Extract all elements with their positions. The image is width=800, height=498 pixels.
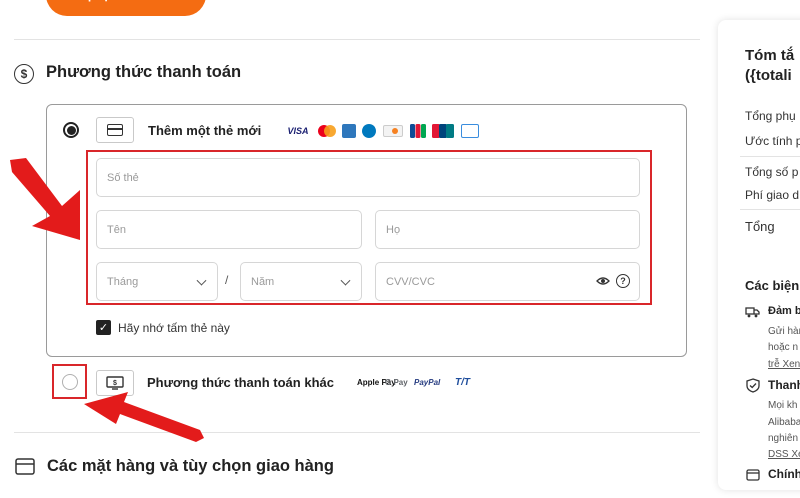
annotation-arrows <box>10 158 204 442</box>
benefits-title: Các biện <box>745 278 800 293</box>
benefit1-link[interactable]: trễ Xen <box>768 359 800 370</box>
benefit2-link[interactable]: DSS Xe <box>768 449 800 460</box>
benefit2-line: Mọi kh <box>768 400 798 411</box>
annotation-arrow-1 <box>10 158 80 240</box>
summary-row-subtotal: Tổng phụ <box>745 109 796 123</box>
benefit2-line: Alibaba <box>768 417 800 428</box>
benefit2-title: Thanh <box>768 378 800 392</box>
summary-row-total-items: Tổng số p <box>745 165 799 179</box>
benefit1-line: Gửi hàn <box>768 326 800 337</box>
benefit1-title: Đảm b <box>768 305 800 317</box>
summary-row-fee: Phí giao d <box>745 188 800 202</box>
divider <box>740 156 800 157</box>
summary-title-line1: Tóm tắ <box>745 47 795 64</box>
summary-row-estimate: Ước tính p <box>745 134 800 148</box>
benefit3-title: Chính <box>768 467 800 481</box>
card-icon <box>746 468 760 481</box>
summary-title-line2: ({totali <box>745 67 792 84</box>
truck-icon <box>745 305 760 318</box>
shield-check-icon <box>746 378 760 393</box>
benefit2-line: nghiên <box>768 433 799 444</box>
benefit1-line: hoặc n <box>768 342 799 353</box>
annotation-arrow-2 <box>84 392 204 442</box>
divider <box>740 209 800 210</box>
summary-total: Tổng <box>745 219 775 234</box>
